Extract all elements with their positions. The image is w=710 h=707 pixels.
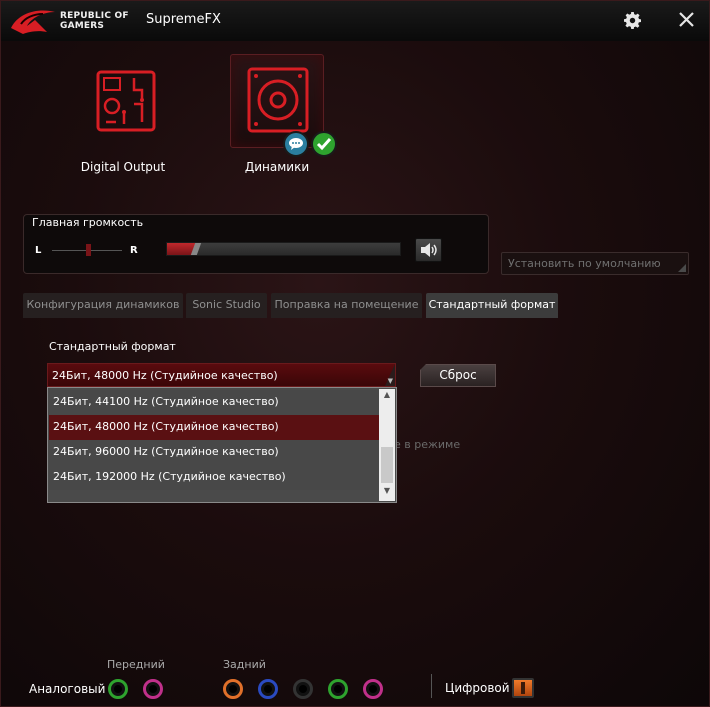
- scrollbar-thumb[interactable]: [381, 447, 393, 483]
- set-default-button[interactable]: Установить по умолчанию: [501, 252, 689, 275]
- rog-logo-icon: [11, 10, 55, 34]
- scroll-up-icon[interactable]: ▲: [379, 390, 395, 404]
- scroll-down-icon[interactable]: ▼: [379, 486, 395, 500]
- dropdown-option[interactable]: 24Бит, 44100 Hz (Студийное качество): [49, 390, 379, 415]
- format-select-value: 24Бит, 48000 Hz (Студийное качество): [52, 369, 278, 382]
- rear-black-jack-icon[interactable]: [293, 679, 313, 699]
- tab-speaker-config[interactable]: Конфигурация динамиков: [23, 293, 183, 318]
- device-tile[interactable]: [230, 54, 337, 157]
- dropdown-scrollbar[interactable]: ▲ ▼: [379, 389, 395, 501]
- format-select[interactable]: 24Бит, 48000 Hz (Студийное качество) ▼: [47, 363, 396, 387]
- master-volume-panel: Главная громкость L R: [23, 214, 489, 274]
- device-speakers[interactable]: Динамики: [229, 54, 337, 174]
- balance-right-label: R: [130, 245, 138, 256]
- divider: [431, 674, 432, 698]
- device-label: Digital Output: [80, 160, 166, 174]
- dropdown-option-selected[interactable]: 24Бит, 48000 Hz (Студийное качество): [49, 415, 379, 440]
- spdif-port-icon[interactable]: [512, 678, 534, 698]
- volume-slider[interactable]: [166, 242, 401, 256]
- balance-left-label: L: [35, 245, 42, 256]
- digital-label: Цифровой: [445, 681, 510, 695]
- speaker-icon: [247, 67, 309, 133]
- obscured-text: е в режиме: [394, 438, 461, 451]
- rear-orange-jack-icon[interactable]: [223, 679, 243, 699]
- close-icon[interactable]: [679, 12, 694, 27]
- tab-default-format[interactable]: Стандартный формат: [426, 293, 558, 318]
- app-window: REPUBLIC OF GAMERS SupremeFX Digital Out…: [0, 0, 710, 707]
- chevron-down-icon[interactable]: ▼: [388, 377, 393, 385]
- format-section-title: Стандартный формат: [49, 340, 176, 353]
- device-digital-output[interactable]: Digital Output: [73, 54, 173, 174]
- chat-bubble-icon[interactable]: [283, 131, 309, 157]
- brand-text: REPUBLIC OF GAMERS: [60, 11, 140, 31]
- rear-pink-jack-icon[interactable]: [363, 679, 383, 699]
- volume-level-fill: [167, 243, 195, 255]
- front-green-jack-icon[interactable]: [108, 679, 128, 699]
- device-label: Динамики: [244, 160, 310, 174]
- digital-output-icon: [96, 70, 156, 132]
- rear-green-jack-icon[interactable]: [328, 679, 348, 699]
- dropdown-option[interactable]: 24Бит, 96000 Hz (Студийное качество): [49, 440, 379, 465]
- reset-button[interactable]: Сброс: [420, 364, 496, 387]
- tab-sonic-studio[interactable]: Sonic Studio: [186, 293, 267, 318]
- balance-slider-handle[interactable]: [86, 244, 91, 256]
- format-dropdown-list[interactable]: 24Бит, 44100 Hz (Студийное качество) 24Б…: [47, 387, 397, 503]
- master-volume-title: Главная громкость: [32, 216, 144, 229]
- app-title: SupremeFX: [146, 12, 221, 27]
- analog-label: Аналоговый: [29, 682, 106, 696]
- checkmark-icon: [311, 131, 337, 157]
- brand-line-2: GAMERS: [60, 21, 105, 31]
- device-tile[interactable]: [76, 54, 170, 148]
- rear-jacks-label: Задний: [223, 658, 266, 671]
- gear-icon[interactable]: [624, 12, 641, 29]
- tab-room-correction[interactable]: Поправка на помещение: [271, 293, 422, 318]
- brand-line-1: REPUBLIC OF: [60, 11, 129, 21]
- dropdown-option[interactable]: 24Бит, 192000 Hz (Студийное качество): [49, 465, 379, 490]
- front-jacks-label: Передний: [107, 658, 165, 671]
- front-pink-jack-icon[interactable]: [143, 679, 163, 699]
- speaker-volume-icon: [421, 243, 437, 257]
- mute-button[interactable]: [415, 238, 442, 262]
- title-bar[interactable]: REPUBLIC OF GAMERS SupremeFX: [1, 1, 709, 41]
- rear-blue-jack-icon[interactable]: [258, 679, 278, 699]
